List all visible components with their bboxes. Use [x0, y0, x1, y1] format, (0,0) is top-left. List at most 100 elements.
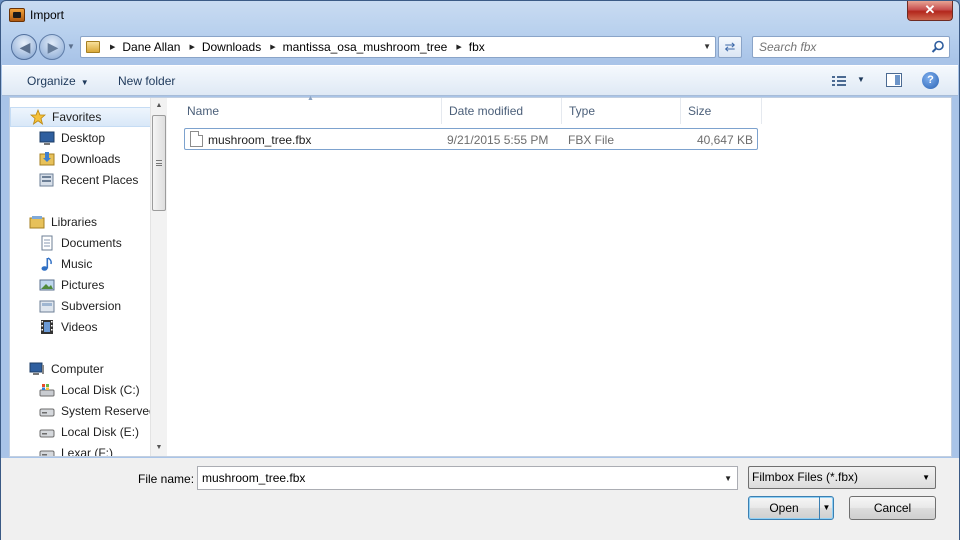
search-box[interactable] [752, 36, 950, 58]
sidebar-item-desktop[interactable]: Desktop [10, 128, 160, 148]
chevron-down-icon: ▼ [80, 78, 89, 87]
navigation-pane: Favorites Desktop Downloads Recent Place… [10, 98, 160, 456]
recent-places-icon [39, 173, 54, 187]
column-header-size[interactable]: Size [681, 98, 762, 124]
bottom-panel: File name: ▼ Filmbox Files (*.fbx) ▼ Ope… [1, 458, 959, 540]
sidebar-item-local-disk-c[interactable]: Local Disk (C:) [10, 380, 160, 400]
address-bar[interactable]: ▶ Dane Allan ▶ Downloads ▶ mantissa_osa_… [80, 36, 716, 58]
sidebar-item-subversion[interactable]: Subversion [10, 296, 160, 316]
sidebar-item-libraries[interactable]: Libraries [10, 212, 160, 232]
column-header-date[interactable]: Date modified [442, 98, 562, 124]
sidebar-item-recent-places[interactable]: Recent Places [10, 170, 160, 190]
file-name-input[interactable] [198, 467, 718, 489]
scroll-thumb[interactable] [152, 115, 166, 211]
sidebar-item-computer[interactable]: Computer [10, 359, 160, 379]
sidebar-item-label: System Reserved [61, 404, 156, 418]
breadcrumb-mushroom-tree[interactable]: mantissa_osa_mushroom_tree [283, 40, 448, 54]
folder-icon [86, 41, 100, 53]
sidebar-item-label: Videos [61, 320, 98, 334]
file-type-select[interactable]: Filmbox Files (*.fbx) ▼ [748, 466, 936, 489]
chevron-right-icon[interactable]: ▶ [189, 43, 194, 51]
recent-locations-dropdown[interactable]: ▼ [67, 42, 75, 51]
chevron-right-icon[interactable]: ▶ [270, 43, 275, 51]
file-icon [190, 131, 203, 147]
help-icon[interactable]: ? [922, 72, 939, 89]
navigation-scrollbar[interactable]: ▲ ▼ [150, 98, 167, 456]
sidebar-item-videos[interactable]: Videos [10, 317, 160, 337]
file-type: FBX File [568, 133, 615, 147]
open-button-label: Open [769, 501, 799, 515]
grip-icon [156, 160, 162, 166]
sidebar-item-label: Computer [51, 362, 104, 376]
app-icon [9, 8, 25, 22]
sidebar-item-pictures[interactable]: Pictures [10, 275, 160, 295]
back-arrow-icon: ◀ [19, 39, 31, 55]
file-row[interactable]: mushroom_tree.fbx 9/21/2015 5:55 PM FBX … [184, 128, 758, 150]
breadcrumb-fbx[interactable]: fbx [469, 40, 485, 54]
navigation-bar: ◀ ▶ ▼ ▶ Dane Allan ▶ Downloads ▶ mantiss… [1, 31, 959, 63]
file-name-combobox[interactable]: ▼ [197, 466, 738, 490]
refresh-icon: ⇄ [724, 39, 736, 54]
desktop-icon [39, 131, 55, 145]
star-icon [30, 109, 46, 125]
subversion-icon [39, 300, 55, 313]
file-type-value: Filmbox Files (*.fbx) [752, 470, 859, 484]
view-options-icon[interactable] [832, 75, 846, 87]
sidebar-item-label: Music [61, 257, 93, 271]
scroll-up-icon[interactable]: ▲ [151, 98, 167, 114]
videos-icon [41, 320, 53, 334]
sidebar-item-label: Local Disk (C:) [61, 383, 140, 397]
forward-button[interactable]: ▶ [39, 34, 65, 60]
chevron-down-icon: ▼ [922, 473, 930, 482]
sidebar-item-label: Favorites [52, 110, 102, 124]
file-name-label: File name: [138, 472, 195, 486]
removable-drive-icon [39, 450, 55, 456]
organize-menu[interactable]: Organize ▼ [27, 74, 89, 88]
sidebar-item-label: Subversion [61, 299, 122, 313]
chevron-right-icon[interactable]: ▶ [110, 43, 115, 51]
title-bar: Import ✕ [1, 1, 959, 31]
forward-arrow-icon: ▶ [47, 39, 59, 55]
file-name: mushroom_tree.fbx [208, 133, 312, 147]
sidebar-item-label: Recent Places [61, 173, 139, 187]
view-dropdown-icon[interactable]: ▼ [857, 75, 865, 84]
sidebar-item-label: Libraries [51, 215, 98, 229]
scroll-down-icon[interactable]: ▼ [151, 440, 167, 456]
chevron-down-icon[interactable]: ▼ [724, 474, 732, 483]
sidebar-item-downloads[interactable]: Downloads [10, 149, 160, 169]
window-title: Import [30, 8, 65, 22]
close-button[interactable]: ✕ [907, 1, 953, 21]
preview-pane-icon[interactable] [886, 73, 902, 87]
chevron-right-icon[interactable]: ▶ [456, 43, 461, 51]
search-input[interactable] [753, 37, 925, 57]
libraries-icon [29, 216, 45, 229]
refresh-button[interactable]: ⇄ [718, 36, 742, 58]
search-icon[interactable] [931, 40, 945, 54]
sidebar-item-music[interactable]: Music [10, 254, 160, 274]
sidebar-item-label: Documents [61, 236, 122, 250]
browser-area: Favorites Desktop Downloads Recent Place… [9, 95, 952, 457]
import-dialog: Import ✕ ◀ ▶ ▼ ▶ Dane Allan ▶ Downloads … [0, 0, 960, 540]
pictures-icon [39, 279, 55, 291]
sidebar-item-lexar-f[interactable]: Lexar (F:) [10, 443, 160, 456]
breadcrumb-dane-allan[interactable]: Dane Allan [122, 40, 180, 54]
column-header-name[interactable]: Name [180, 98, 442, 124]
open-button[interactable]: Open ▼ [748, 496, 834, 520]
back-button[interactable]: ◀ [11, 34, 37, 60]
sidebar-item-label: Lexar (F:) [61, 446, 114, 456]
address-dropdown-icon[interactable]: ▼ [703, 42, 711, 51]
computer-icon [29, 362, 44, 375]
sidebar-item-label: Pictures [61, 278, 105, 292]
column-header-type[interactable]: Type [562, 98, 681, 124]
breadcrumb-downloads[interactable]: Downloads [202, 40, 261, 54]
sidebar-item-favorites[interactable]: Favorites [10, 107, 160, 127]
sidebar-item-system-reserved[interactable]: System Reserved [10, 401, 160, 421]
new-folder-button[interactable]: New folder [118, 74, 175, 88]
open-split-dropdown-icon[interactable]: ▼ [819, 497, 833, 519]
system-drive-icon [39, 384, 55, 397]
cancel-button[interactable]: Cancel [849, 496, 936, 520]
sidebar-item-local-disk-e[interactable]: Local Disk (E:) [10, 422, 160, 442]
file-size: 40,647 KB [696, 133, 753, 147]
sidebar-item-documents[interactable]: Documents [10, 233, 160, 253]
sidebar-item-label: Desktop [61, 131, 106, 145]
